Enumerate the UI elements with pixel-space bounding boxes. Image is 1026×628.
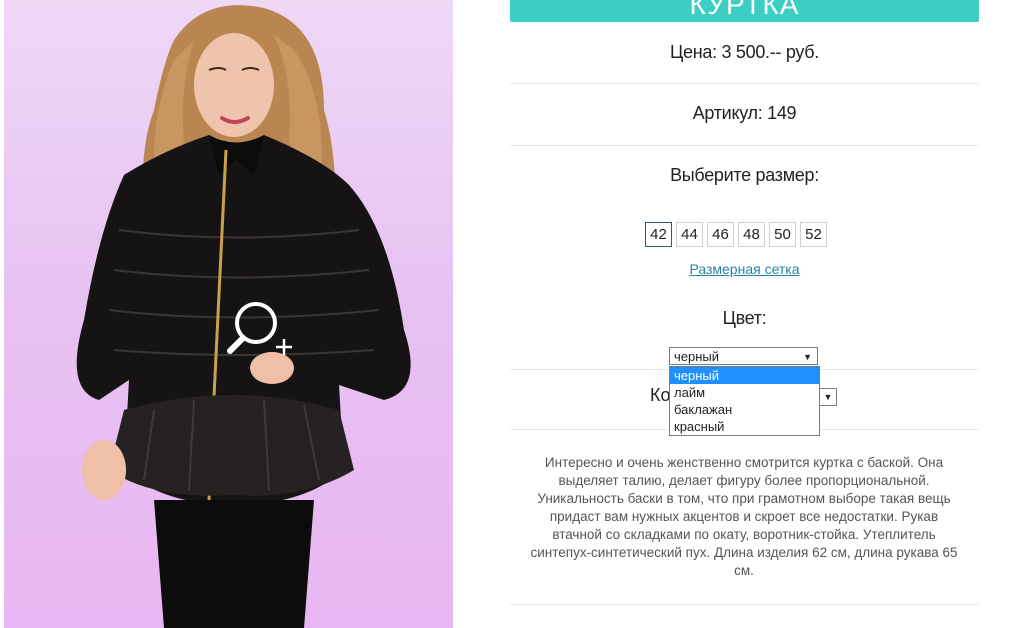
dropdown-arrow-icon: ▼ <box>823 392 833 402</box>
size-option-48[interactable]: 48 <box>738 222 765 247</box>
price: Цена: 3 500.-- руб. <box>670 42 819 62</box>
color-select-value: черный <box>674 349 720 364</box>
dropdown-arrow-icon: ▼ <box>803 352 812 362</box>
product-description: Интересно и очень женственно смотрится к… <box>530 455 958 578</box>
divider <box>510 604 979 605</box>
size-option-46[interactable]: 46 <box>707 222 734 247</box>
color-option[interactable]: лайм <box>670 384 819 401</box>
color-label: Цвет: <box>722 308 767 328</box>
size-option-50[interactable]: 50 <box>769 222 796 247</box>
product-details: КУРТКА Цена: 3 500.-- руб. Артикул: 149 … <box>510 0 979 628</box>
size-prompt: Выберите размер: <box>670 165 819 185</box>
product-photo[interactable] <box>4 0 453 628</box>
quantity-select[interactable]: ▼ <box>820 388 837 406</box>
article-number: Артикул: 149 <box>692 103 797 123</box>
color-dropdown-list: черный лайм баклажан красный <box>669 366 820 436</box>
size-option-52[interactable]: 52 <box>800 222 827 247</box>
size-option-42[interactable]: 42 <box>645 222 672 247</box>
color-option[interactable]: баклажан <box>670 401 819 418</box>
color-select[interactable]: черный ▼ <box>669 347 818 365</box>
size-option-44[interactable]: 44 <box>676 222 703 247</box>
product-title-bar: КУРТКА <box>510 0 979 22</box>
quantity-label: Ко <box>650 385 671 405</box>
zoom-plus-icon[interactable] <box>226 298 296 360</box>
divider <box>510 83 979 84</box>
size-selector: 42 44 46 48 50 52 <box>645 222 827 247</box>
divider <box>510 145 979 146</box>
color-option[interactable]: черный <box>670 367 819 384</box>
size-chart-link[interactable]: Размерная сетка <box>510 261 979 277</box>
color-option[interactable]: красный <box>670 418 819 435</box>
product-title: КУРТКА <box>689 0 800 20</box>
